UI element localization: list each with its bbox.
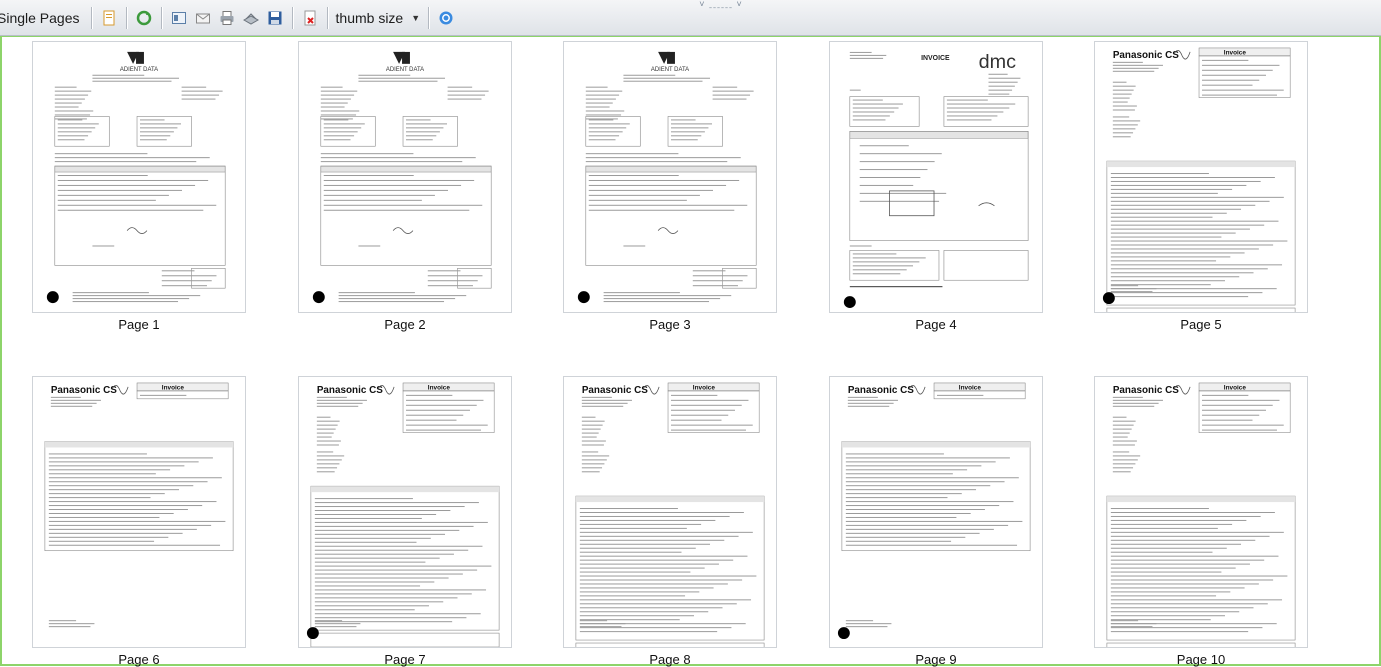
page-thumbnail[interactable]: ADIENT DATA [563, 41, 777, 313]
document-preview: Panasonic CS Invoice [1095, 42, 1307, 312]
recycle-icon [136, 10, 151, 25]
page-label: Page 10 [1176, 652, 1226, 667]
thumb-logo: ADIENT DATA [651, 67, 689, 73]
document-preview: Panasonic CS Invoice [299, 377, 511, 647]
print-button[interactable] [217, 7, 237, 29]
thumb-size-dropdown[interactable]: thumb size ▼ [336, 10, 421, 26]
refresh-button[interactable] [134, 7, 154, 29]
toolbar-separator [291, 6, 293, 29]
page-thumbnail[interactable]: Panasonic CS Invoice [563, 376, 777, 648]
document-preview: ADIENT DATA [564, 42, 776, 312]
delete-page-icon [304, 10, 316, 25]
page-thumbnail[interactable]: Panasonic CS Invoice [829, 376, 1043, 648]
thumb-logo: Panasonic CS [848, 385, 914, 396]
thumb-title: Invoice [693, 384, 716, 391]
chevron-down-icon: ▼ [411, 12, 421, 23]
page-label: Page 1 [118, 317, 160, 332]
thumb-title: Invoice [428, 384, 451, 391]
page-label: Page 7 [384, 652, 426, 667]
envelope-icon [195, 13, 210, 23]
thumb-logo: Panasonic CS [1113, 50, 1179, 61]
thumb-title: Invoice [959, 384, 982, 391]
thumb-title: Invoice [1224, 49, 1247, 56]
thumb-title: INVOICE [921, 55, 950, 62]
thumb-logo: Panasonic CS [317, 385, 383, 396]
toolbar-separator [160, 6, 162, 29]
page-label: Page 9 [915, 652, 957, 667]
save-button[interactable] [265, 7, 285, 29]
image-view-button[interactable] [169, 7, 189, 29]
toolbar: ˅ ˍˍˍˍˍˍ ˅ Single Pages thumb size ▼ [0, 0, 1381, 36]
page-thumbnail[interactable]: ADIENT DATA [298, 41, 512, 313]
floppy-disk-icon [268, 11, 282, 24]
page-icon-button[interactable] [99, 7, 119, 29]
document-preview: ADIENT DATA [299, 42, 511, 312]
toolbar-separator [90, 6, 92, 29]
email-button[interactable] [193, 7, 213, 29]
thumbnail-grid: ADIENT DATA Page 1 ADIENT DATA Page 2 AD… [0, 36, 1381, 667]
thumb-logo: ADIENT DATA [386, 67, 424, 73]
thumb-logo: Panasonic CS [582, 385, 648, 396]
page-thumbnail[interactable]: Panasonic CS Invoice [32, 376, 246, 648]
page-label: Page 2 [384, 317, 426, 332]
thumb-size-label: thumb size [335, 9, 404, 26]
thumb-logo: dmc [979, 51, 1017, 73]
page-label: Page 8 [649, 652, 691, 667]
page-label: Page 5 [1180, 317, 1222, 332]
view-mode-label[interactable]: Single Pages [0, 10, 86, 26]
document-preview: INVOICE dmc [830, 42, 1042, 312]
document-preview: Panasonic CS Invoice [33, 377, 245, 647]
page-label: Page 3 [649, 317, 691, 332]
document-preview: Panasonic CS Invoice [1095, 377, 1307, 647]
document-preview: ADIENT DATA [33, 42, 245, 312]
page-label: Page 6 [118, 652, 160, 667]
page-label: Page 4 [915, 317, 957, 332]
thumb-title: Invoice [162, 384, 185, 391]
page-icon [103, 10, 115, 25]
scanner-icon [242, 12, 259, 25]
help-icon [439, 11, 453, 24]
thumb-logo: Panasonic CS [51, 385, 117, 396]
thumb-logo: Panasonic CS [1113, 385, 1179, 396]
toolbar-separator [125, 6, 127, 29]
toolbar-collapse-handle[interactable]: ˅ ˍˍˍˍˍˍ ˅ [676, 0, 766, 9]
help-button[interactable] [436, 7, 456, 29]
delete-page-button[interactable] [300, 7, 320, 29]
scan-button[interactable] [241, 7, 261, 29]
page-thumbnail[interactable]: INVOICE dmc [829, 41, 1043, 313]
image-icon [171, 11, 186, 24]
page-thumbnail[interactable]: Panasonic CS Invoice [298, 376, 512, 648]
thumb-title: Invoice [1224, 384, 1247, 391]
page-thumbnail[interactable]: Panasonic CS Invoice [1094, 376, 1308, 648]
page-thumbnail[interactable]: ADIENT DATA [32, 41, 246, 313]
document-preview: Panasonic CS Invoice [830, 377, 1042, 647]
printer-icon [220, 10, 234, 25]
page-thumbnail[interactable]: Panasonic CS Invoice [1094, 41, 1308, 313]
toolbar-separator [326, 6, 328, 29]
toolbar-separator [428, 6, 430, 29]
document-preview: Panasonic CS Invoice [564, 377, 776, 647]
thumb-logo: ADIENT DATA [120, 67, 158, 73]
